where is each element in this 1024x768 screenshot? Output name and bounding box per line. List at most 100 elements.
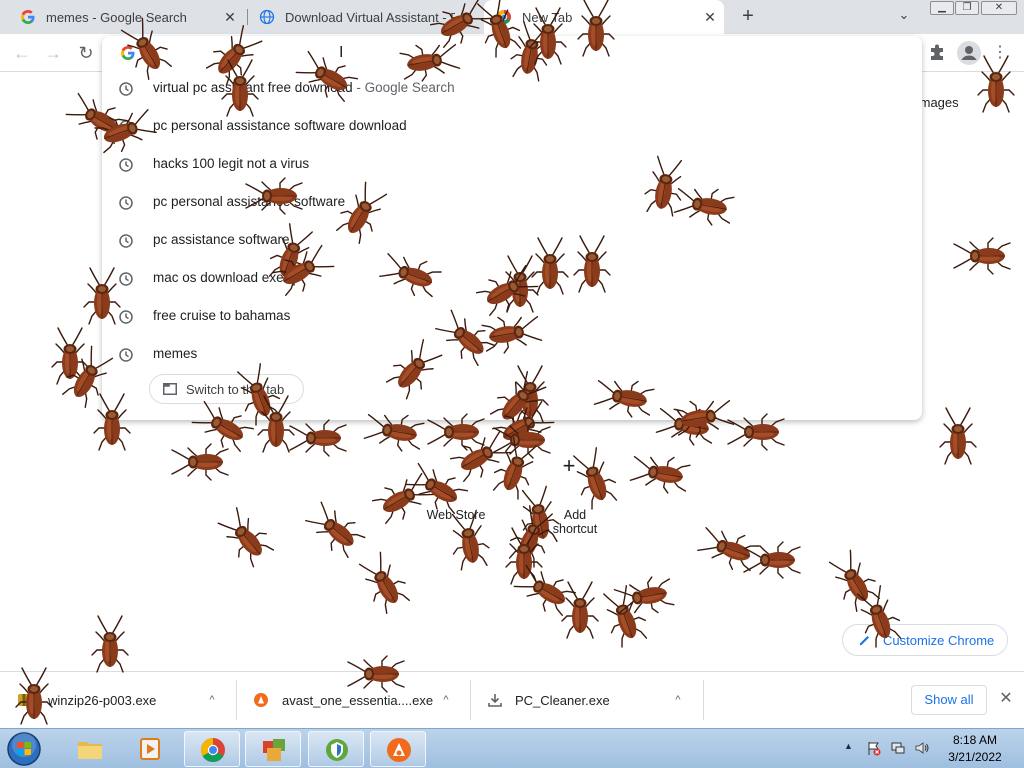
download-item[interactable]: avast_one_essentia....exe ^	[237, 672, 470, 729]
add-shortcut-plus-icon[interactable]: +	[557, 454, 581, 478]
winzip-icon	[18, 694, 30, 706]
cockroach-sprite	[212, 503, 278, 571]
cockroach-sprite	[289, 419, 347, 457]
omnibox-dropdown: I virtual pc assistant free download - G…	[102, 36, 922, 420]
suggestion-item[interactable]: pc personal assistance software download	[102, 108, 922, 146]
suggestion-text: mac os download exe	[153, 270, 284, 285]
history-clock-icon	[119, 158, 133, 172]
history-clock-icon	[119, 120, 133, 134]
show-hidden-icons-arrow[interactable]: ▲	[844, 741, 853, 751]
customize-chrome-label: Customize Chrome	[883, 633, 995, 648]
download-item[interactable]: winzip26-p003.exe ^	[0, 672, 236, 729]
suggestion-item[interactable]: pc assistance software	[102, 222, 922, 260]
taskbar-security[interactable]	[308, 731, 364, 767]
tab-close-icon[interactable]: ✕	[222, 9, 238, 25]
cockroach-sprite	[628, 450, 692, 497]
google-g-icon	[121, 46, 135, 60]
show-all-button[interactable]: Show all	[911, 685, 987, 715]
tab-strip: memes - Google Search ✕ Download Virtual…	[0, 0, 1024, 34]
suggestion-text: free cruise to bahamas	[153, 308, 291, 323]
chrome-menu-icon[interactable]: ⋮	[990, 41, 1010, 65]
images-link[interactable]: Images	[916, 95, 959, 110]
history-clock-icon	[119, 310, 133, 324]
download-filename: winzip26-p003.exe	[48, 693, 157, 708]
volume-speaker-icon[interactable]	[914, 740, 930, 756]
suggestion-item[interactable]: hacks 100 legit not a virus	[102, 146, 922, 184]
suggestion-text: virtual pc assistant free download - Goo…	[153, 80, 455, 95]
cockroach-sprite	[743, 541, 801, 579]
suggestion-text: pc personal assistance software	[153, 194, 346, 209]
download-filename: avast_one_essentia....exe	[282, 693, 434, 708]
taskbar-file-explorer[interactable]	[62, 731, 118, 767]
history-clock-icon	[119, 348, 133, 362]
close-download-bar-icon[interactable]: ✕	[997, 690, 1015, 708]
cockroach-sprite	[695, 521, 762, 576]
avast-icon	[254, 693, 268, 707]
restore-button[interactable]: ❐	[955, 1, 979, 15]
suggestion-item[interactable]: mac os download exe	[102, 260, 922, 298]
tab-title: New Tab	[522, 9, 573, 25]
taskbar-winzip[interactable]	[245, 731, 301, 767]
suggestion-item[interactable]: pc personal assistance software	[102, 184, 922, 222]
tab-close-icon[interactable]: ✕	[702, 9, 718, 25]
clock-time[interactable]: 8:18 AM	[940, 733, 1010, 747]
avast-icon	[387, 738, 411, 762]
tab-memes-search[interactable]: memes - Google Search ✕	[8, 0, 244, 34]
taskbar-chrome[interactable]	[184, 731, 240, 767]
tab-virtual-assistant[interactable]: Download Virtual Assistant - B ✕	[247, 0, 481, 34]
winzip-icon	[263, 739, 285, 761]
chevron-up-icon[interactable]: ^	[669, 691, 687, 709]
back-button[interactable]: ←	[10, 41, 34, 65]
tab-title: Download Virtual Assistant - B	[285, 9, 455, 25]
suggestion-item[interactable]: free cruise to bahamas	[102, 298, 922, 336]
chrome-icon	[496, 9, 511, 25]
shortcut-add[interactable]: Add shortcut	[540, 508, 610, 536]
download-divider	[703, 680, 704, 720]
chevron-up-icon[interactable]: ^	[437, 691, 455, 709]
security-shield-icon	[326, 739, 348, 761]
tab-title: memes - Google Search	[46, 9, 187, 25]
cockroach-sprite	[493, 421, 551, 459]
network-icon[interactable]	[890, 740, 906, 756]
download-item[interactable]: PC_Cleaner.exe ^	[471, 672, 703, 729]
profile-avatar-icon[interactable]	[957, 41, 981, 65]
reload-button[interactable]: ↻	[74, 41, 98, 65]
taskbar-avast[interactable]	[370, 731, 426, 767]
customize-chrome-button[interactable]: Customize Chrome	[842, 624, 1008, 656]
cockroach-sprite	[823, 546, 885, 615]
clock-date[interactable]: 3/21/2022	[940, 750, 1010, 764]
cockroach-sprite	[597, 583, 652, 650]
forward-button[interactable]: →	[41, 41, 65, 65]
start-button-icon[interactable]	[4, 731, 44, 767]
download-tray-icon	[488, 694, 502, 707]
cockroach-sprite	[939, 407, 977, 465]
google-g-icon	[21, 10, 35, 24]
cockroach-sprite	[447, 425, 516, 487]
extensions-puzzle-icon[interactable]	[926, 42, 948, 64]
pencil-icon	[859, 636, 869, 646]
suggestion-text: hacks 100 legit not a virus	[153, 156, 310, 171]
taskbar-media-player[interactable]	[122, 731, 178, 767]
close-window-button[interactable]: ✕	[981, 1, 1017, 15]
cockroach-sprite	[505, 527, 543, 585]
tab-new-tab[interactable]: New Tab ✕	[484, 0, 724, 34]
suggestion-item[interactable]: virtual pc assistant free download - Goo…	[102, 70, 922, 108]
cockroach-sprite	[91, 615, 129, 673]
cockroach-sprite	[561, 581, 599, 639]
tab-close-icon[interactable]: ✕	[459, 9, 475, 25]
history-clock-icon	[119, 234, 133, 248]
cockroach-sprite	[953, 237, 1011, 275]
minimize-button[interactable]: ▁	[930, 1, 954, 15]
suggestion-item[interactable]: memes	[102, 336, 922, 374]
tab-search-icon[interactable]: ⌄	[893, 7, 915, 27]
suggestion-text: pc assistance software	[153, 232, 290, 247]
shortcut-web-store[interactable]: Web Store	[420, 508, 492, 522]
history-clock-icon	[119, 196, 133, 210]
chevron-up-icon[interactable]: ^	[203, 691, 221, 709]
switch-to-tab-button[interactable]: Switch to this tab	[149, 374, 304, 404]
cockroach-sprite	[171, 443, 229, 481]
new-tab-button[interactable]: +	[736, 5, 760, 29]
action-center-flag-icon[interactable]	[866, 740, 882, 756]
switch-to-tab-label: Switch to this tab	[186, 382, 285, 397]
cockroach-sprite	[612, 573, 676, 620]
